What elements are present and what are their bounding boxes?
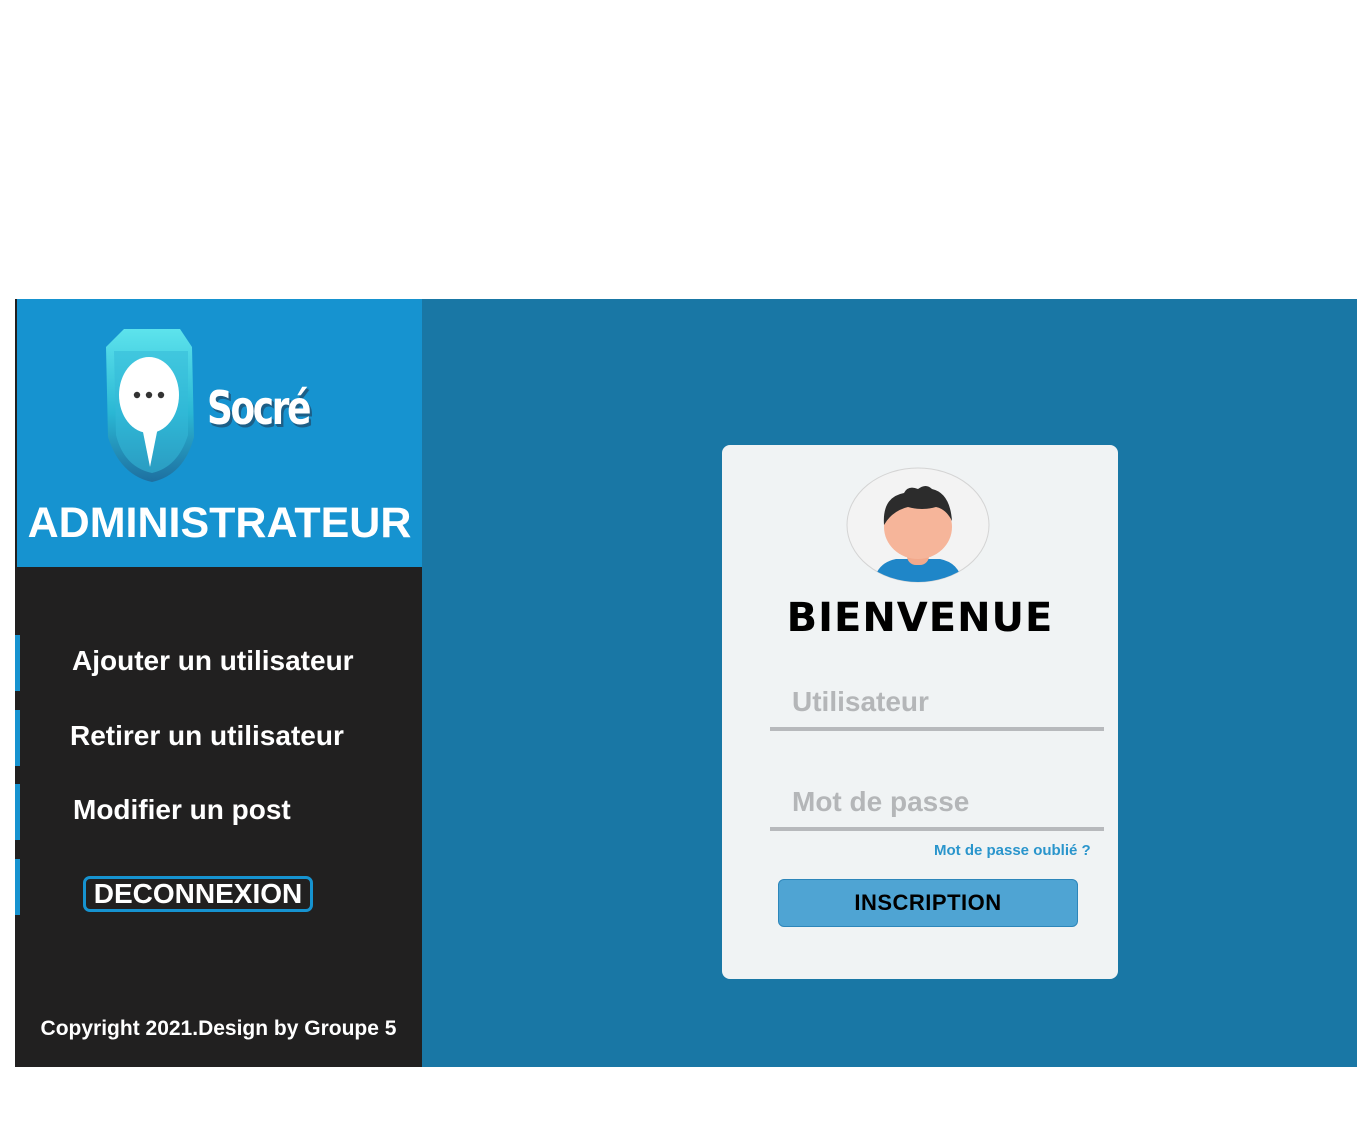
copyright-text: Copyright 2021.Design by Groupe 5 <box>40 1017 397 1040</box>
user-avatar-icon <box>846 467 990 583</box>
main-area: BIENVENUE Mot de passe oublié ? INSCRIPT… <box>422 299 1357 1067</box>
nav-item-remove-user[interactable]: Retirer un utilisateur <box>15 710 422 766</box>
sidebar: Socré ADMINISTRATEUR Ajouter un utilisat… <box>15 299 422 1067</box>
nav-item-logout: DECONNEXION <box>15 859 422 915</box>
admin-title: ADMINISTRATEUR <box>27 499 412 547</box>
brand-name: Socré <box>207 381 311 435</box>
nav-item-add-user[interactable]: Ajouter un utilisateur <box>15 635 422 691</box>
nav-label: Retirer un utilisateur <box>70 720 344 751</box>
welcome-heading: BIENVENUE <box>786 595 1054 641</box>
app-window: Socré ADMINISTRATEUR Ajouter un utilisat… <box>15 299 1357 1067</box>
nav-item-edit-post[interactable]: Modifier un post <box>15 784 422 840</box>
nav-accent <box>15 635 20 691</box>
login-card: BIENVENUE Mot de passe oublié ? INSCRIPT… <box>722 445 1118 979</box>
nav-label: Ajouter un utilisateur <box>72 645 354 676</box>
forgot-password-link[interactable]: Mot de passe oublié ? <box>934 842 1091 859</box>
nav-accent <box>15 710 20 766</box>
password-input[interactable] <box>790 785 1094 819</box>
nav-label: Modifier un post <box>73 794 291 825</box>
nav-accent <box>15 859 20 915</box>
username-input[interactable] <box>790 685 1094 719</box>
brand-header: Socré ADMINISTRATEUR <box>17 299 422 567</box>
signup-button[interactable]: INSCRIPTION <box>778 879 1078 927</box>
password-field <box>770 775 1104 831</box>
logout-button[interactable]: DECONNEXION <box>83 876 313 912</box>
username-field <box>770 675 1104 731</box>
nav-accent <box>15 784 20 840</box>
